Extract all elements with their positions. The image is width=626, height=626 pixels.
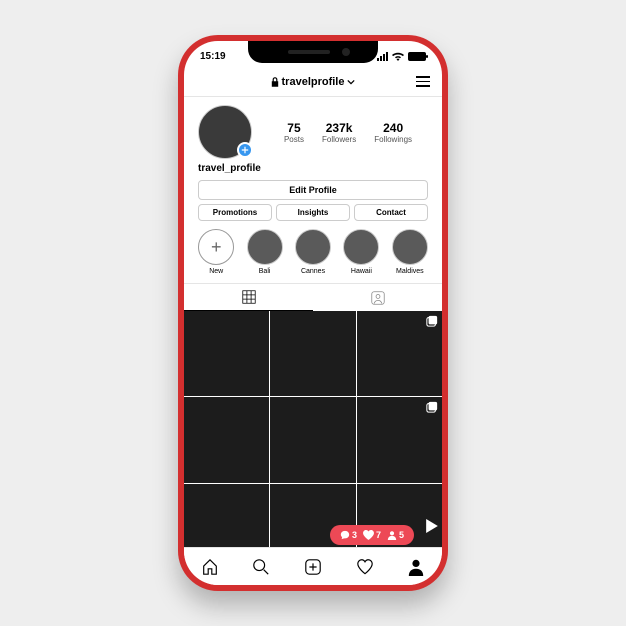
notch	[248, 41, 378, 63]
profile-header: 75 Posts 237k Followers 240 Followings	[184, 97, 442, 163]
top-bar: travelprofile	[184, 67, 442, 97]
post-cell[interactable]	[357, 311, 442, 396]
action-buttons: Promotions Insights Contact	[184, 204, 442, 229]
status-time: 15:19	[200, 51, 226, 62]
nav-create[interactable]	[303, 557, 323, 577]
highlight-new[interactable]: + New	[196, 229, 236, 275]
bottom-nav	[184, 547, 442, 585]
plus-icon: +	[198, 229, 234, 265]
contact-button[interactable]: Contact	[354, 204, 428, 221]
stats: 75 Posts 237k Followers 240 Followings	[268, 121, 428, 144]
profile-title[interactable]: travelprofile	[271, 76, 356, 88]
toast-comments: 3	[340, 530, 357, 540]
insights-button[interactable]: Insights	[276, 204, 350, 221]
highlight-hawaii[interactable]: Hawaii	[341, 229, 381, 275]
nav-home[interactable]	[200, 557, 220, 577]
wifi-icon	[392, 52, 404, 61]
profile-tabs	[184, 283, 442, 311]
profile-icon	[407, 558, 425, 576]
post-cell[interactable]	[184, 484, 269, 547]
grid-icon	[242, 290, 256, 304]
heart-outline-icon	[356, 558, 374, 575]
phone-frame: 15:19 travelprofile	[178, 35, 448, 591]
person-icon	[387, 530, 397, 540]
tab-grid[interactable]	[184, 284, 313, 311]
posts-stat[interactable]: 75 Posts	[284, 121, 304, 144]
highlight-cannes[interactable]: Cannes	[293, 229, 333, 275]
post-cell[interactable]	[270, 311, 355, 396]
menu-icon[interactable]	[416, 76, 430, 87]
comment-icon	[340, 530, 350, 540]
chevron-down-icon	[347, 79, 355, 85]
avatar[interactable]	[198, 105, 252, 159]
highlight-bali[interactable]: Bali	[244, 229, 284, 275]
followings-stat[interactable]: 240 Followings	[374, 121, 412, 144]
signal-icon	[377, 52, 388, 61]
toast-follows: 5	[387, 530, 404, 540]
nav-search[interactable]	[251, 557, 271, 577]
home-icon	[201, 558, 219, 576]
multi-post-icon	[426, 401, 438, 413]
tab-tagged[interactable]	[313, 284, 442, 311]
highlights-row: + New Bali Cannes Hawaii Maldives	[184, 229, 442, 283]
search-icon	[252, 558, 270, 576]
multi-post-icon	[426, 315, 438, 327]
post-cell[interactable]	[184, 397, 269, 482]
followers-stat[interactable]: 237k Followers	[322, 121, 356, 144]
activity-toast[interactable]: 3 7 5	[330, 525, 414, 545]
post-cell[interactable]	[184, 311, 269, 396]
edit-profile-button[interactable]: Edit Profile	[198, 180, 428, 200]
highlight-maldives[interactable]: Maldives	[390, 229, 430, 275]
tagged-icon	[371, 291, 385, 305]
username-label: travel_profile	[184, 163, 442, 180]
plus-square-icon	[304, 558, 322, 576]
post-cell[interactable]	[357, 397, 442, 482]
add-story-button[interactable]	[237, 142, 253, 158]
nav-activity[interactable]	[355, 557, 375, 577]
post-cell[interactable]	[270, 397, 355, 482]
toast-likes: 7	[363, 530, 381, 540]
promotions-button[interactable]: Promotions	[198, 204, 272, 221]
screen: 15:19 travelprofile	[184, 41, 442, 585]
lock-icon	[271, 77, 279, 87]
play-icon	[426, 519, 438, 533]
nav-profile[interactable]	[406, 557, 426, 577]
battery-icon	[408, 52, 426, 61]
status-indicators	[377, 52, 426, 61]
heart-icon	[363, 530, 374, 540]
posts-grid	[184, 311, 442, 547]
